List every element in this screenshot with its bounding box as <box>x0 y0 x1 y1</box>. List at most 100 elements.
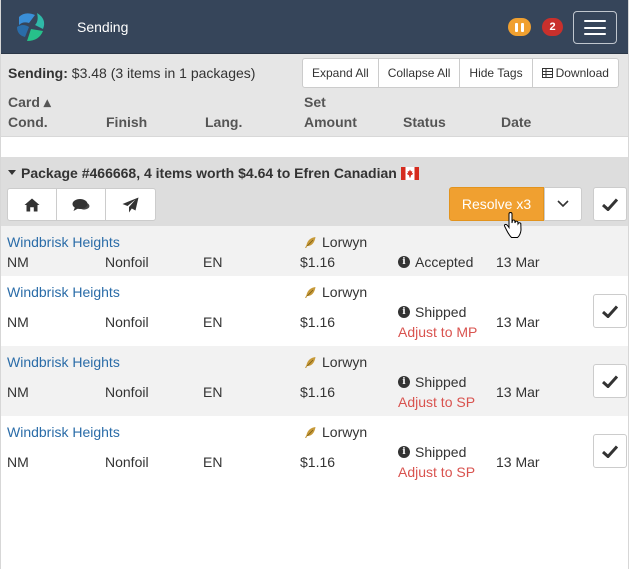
info-icon[interactable]: i <box>398 376 410 389</box>
package-header: Package #466668, 4 items worth $4.64 to … <box>1 157 628 226</box>
resolve-dropdown-toggle[interactable] <box>544 187 582 221</box>
amount-cell: $1.16 <box>300 384 336 400</box>
table-row: Windbrisk Heights Lorwyn NM Nonfoil EN $… <box>1 226 628 276</box>
card-name-link[interactable]: Windbrisk Heights <box>7 424 120 440</box>
table-row: Windbrisk Heights Lorwyn NM Nonfoil EN $… <box>1 416 628 486</box>
hand-pointer-cursor-icon <box>503 212 522 238</box>
page-title: Sending <box>77 19 129 35</box>
date-cell: 13 Mar <box>496 454 540 470</box>
set-cell: Lorwyn <box>304 284 367 300</box>
adjust-condition-link[interactable]: Adjust to SP <box>398 464 475 480</box>
status-cell: i Shipped <box>398 304 466 320</box>
top-navbar: Sending 2 <box>1 0 628 54</box>
col-cond-header[interactable]: Cond. <box>8 114 48 130</box>
lang-cell: EN <box>203 384 223 400</box>
hamburger-line <box>584 20 606 22</box>
status-text: Shipped <box>415 374 467 390</box>
col-set-header[interactable]: Set <box>304 94 326 110</box>
set-symbol-icon <box>305 286 316 298</box>
home-button[interactable] <box>8 189 57 220</box>
checkmark-icon <box>602 197 618 211</box>
app-frame: Sending 2 Sending: $3.48 (3 items in 1 p… <box>0 0 629 569</box>
checkmark-icon <box>602 444 618 458</box>
info-icon[interactable]: i <box>398 446 410 459</box>
status-text: Shipped <box>415 304 467 320</box>
date-cell: 13 Mar <box>496 314 540 330</box>
resolve-button[interactable]: Resolve x3 <box>449 187 544 221</box>
finish-cell: Nonfoil <box>105 254 149 270</box>
send-button[interactable] <box>106 189 155 220</box>
col-amount-header[interactable]: Amount <box>304 114 357 130</box>
sending-label: Sending: <box>8 65 68 81</box>
col-lang-header[interactable]: Lang. <box>205 114 242 130</box>
sending-summary: Sending: $3.48 (3 items in 1 packages) <box>8 65 255 81</box>
lang-cell: EN <box>203 314 223 330</box>
status-text: Accepted <box>415 254 474 270</box>
collapse-all-button[interactable]: Collapse All <box>379 59 461 87</box>
menu-toggle-button[interactable] <box>573 11 617 44</box>
comments-button[interactable] <box>57 189 106 220</box>
finish-cell: Nonfoil <box>105 454 149 470</box>
set-cell: Lorwyn <box>304 424 367 440</box>
summary-bar: Sending: $3.48 (3 items in 1 packages) E… <box>1 54 628 137</box>
cond-cell: NM <box>7 384 29 400</box>
pause-icon[interactable] <box>508 18 531 36</box>
view-controls: Expand All Collapse All Hide Tags Downlo… <box>302 58 619 88</box>
set-name: Lorwyn <box>322 284 368 300</box>
set-name: Lorwyn <box>322 424 368 440</box>
set-symbol-icon <box>305 426 316 438</box>
finish-cell: Nonfoil <box>105 314 149 330</box>
expand-all-button[interactable]: Expand All <box>303 59 379 87</box>
package-title-text: Package #466668, 4 items worth $4.64 to … <box>21 165 397 181</box>
notification-count-badge[interactable]: 2 <box>542 18 563 36</box>
set-symbol-icon <box>305 236 316 248</box>
package-confirm-button[interactable] <box>593 187 627 221</box>
package-action-group <box>7 188 156 221</box>
cond-cell: NM <box>7 314 29 330</box>
col-card-header[interactable]: Card ▴ <box>8 94 51 111</box>
set-name: Lorwyn <box>322 354 368 370</box>
col-finish-header[interactable]: Finish <box>106 114 147 130</box>
date-cell: 13 Mar <box>496 254 540 270</box>
item-confirm-button[interactable] <box>593 434 627 468</box>
hamburger-line <box>584 26 606 29</box>
home-icon <box>24 198 40 211</box>
amount-cell: $1.16 <box>300 314 336 330</box>
card-name-link[interactable]: Windbrisk Heights <box>7 284 120 300</box>
info-icon[interactable]: i <box>398 306 410 319</box>
comments-icon <box>72 198 90 211</box>
set-cell: Lorwyn <box>304 234 367 250</box>
lang-cell: EN <box>203 254 223 270</box>
paper-plane-icon <box>122 197 139 212</box>
col-date-header[interactable]: Date <box>501 114 531 130</box>
download-label: Download <box>555 66 609 80</box>
lang-cell: EN <box>203 454 223 470</box>
checkmark-icon <box>602 374 618 388</box>
hamburger-line <box>584 33 606 35</box>
card-name-link[interactable]: Windbrisk Heights <box>7 354 120 370</box>
package-title[interactable]: Package #466668, 4 items worth $4.64 to … <box>8 165 419 181</box>
chevron-down-icon <box>557 200 569 208</box>
item-confirm-button[interactable] <box>593 294 627 328</box>
canada-flag-icon <box>400 166 419 180</box>
amount-cell: $1.16 <box>300 254 336 270</box>
download-button[interactable]: Download <box>533 59 618 87</box>
table-row: Windbrisk Heights Lorwyn NM Nonfoil EN $… <box>1 276 628 346</box>
app-logo-icon[interactable] <box>15 11 49 43</box>
set-name: Lorwyn <box>322 234 368 250</box>
hide-tags-button[interactable]: Hide Tags <box>460 59 533 87</box>
set-cell: Lorwyn <box>304 354 367 370</box>
status-cell: i Shipped <box>398 374 466 390</box>
sending-value: $3.48 (3 items in 1 packages) <box>71 65 256 81</box>
table-row: Windbrisk Heights Lorwyn NM Nonfoil EN $… <box>1 346 628 416</box>
status-text: Shipped <box>415 444 467 460</box>
adjust-condition-link[interactable]: Adjust to SP <box>398 394 475 410</box>
item-confirm-button[interactable] <box>593 364 627 398</box>
status-cell: i Shipped <box>398 444 466 460</box>
adjust-condition-link[interactable]: Adjust to MP <box>398 324 477 340</box>
caret-down-icon[interactable] <box>8 169 16 175</box>
info-icon[interactable]: i <box>398 256 410 269</box>
col-status-header[interactable]: Status <box>403 114 446 130</box>
finish-cell: Nonfoil <box>105 384 149 400</box>
card-name-link[interactable]: Windbrisk Heights <box>7 234 120 250</box>
